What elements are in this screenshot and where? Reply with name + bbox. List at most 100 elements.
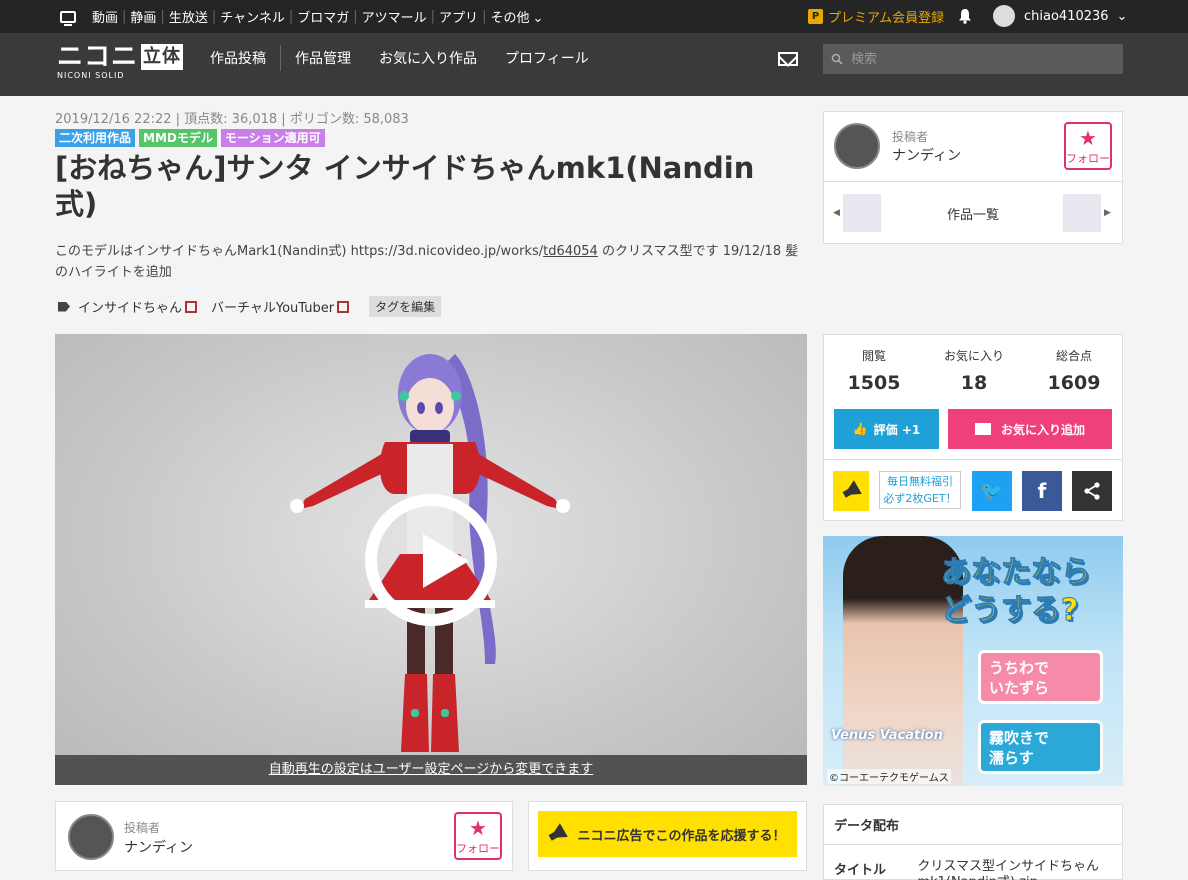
advertisement-banner[interactable]: あなたなら どうする? うちわで いたずら 霧吹きで 濡らす Venus Vac… [823, 536, 1123, 786]
author-avatar[interactable] [834, 123, 880, 169]
play-button[interactable] [365, 494, 497, 626]
share-row: 毎日無料福引 必ず2枚GET！ 🐦 f [823, 459, 1123, 521]
data-heading: データ配布 [824, 805, 1122, 845]
work-title: [おねちゃん]サンタ インサイドちゃんmk1(Nandin式) [55, 151, 755, 221]
nav-more[interactable]: その他 [486, 7, 547, 26]
badge-mmd: MMDモデル [139, 129, 217, 147]
views-label: 閲覧 [861, 349, 886, 363]
ad-headline-2: どうする? [941, 593, 1079, 629]
niconi-solid-logo[interactable]: ニコニ 立体 NICONI SOLID [57, 42, 184, 80]
nav-favorite-works[interactable]: お気に入り作品 [365, 48, 491, 68]
desc-text-1: このモデルはインサイドちゃんMark1(Nandin式) https://3d.… [55, 244, 544, 259]
star-icon: ★ [1079, 126, 1097, 150]
thumbs-up-icon: 👍 [852, 422, 868, 436]
works-carousel: ◀ 作品一覧 ▶ [823, 181, 1123, 244]
logo-box: 立体 [141, 44, 184, 70]
edit-tags-button[interactable]: タグを編集 [369, 296, 442, 317]
author-avatar[interactable] [68, 814, 114, 860]
data-distribution-card: データ配布 タイトル クリスマス型インサイドちゃんmk1(Nandin式).zi… [823, 804, 1123, 880]
premium-icon: P [808, 9, 823, 24]
megaphone-icon [840, 480, 862, 502]
evaluate-button[interactable]: 👍 評価 +1 [834, 409, 939, 449]
twitter-icon: 🐦 [980, 480, 1004, 502]
user-menu[interactable]: chiao410236 ⌄ [993, 5, 1127, 27]
model-viewer[interactable]: 自動再生の設定はユーザー設定ページから変更できます [55, 334, 807, 785]
nav-live[interactable]: 生放送 [165, 7, 212, 26]
author-label: 投稿者 [124, 821, 161, 835]
nav-post-work[interactable]: 作品投稿 [196, 48, 280, 68]
follow-button[interactable]: ★ フォロー [1064, 122, 1112, 170]
follow-button[interactable]: ★ フォロー [454, 812, 502, 860]
stat-views: 閲覧 1505 [824, 347, 924, 394]
search-icon [831, 53, 843, 65]
autoplay-notice-link[interactable]: 自動再生の設定はユーザー設定ページから変更できます [55, 755, 807, 785]
facebook-share-button[interactable]: f [1022, 471, 1062, 511]
add-favorite-button[interactable]: お気に入り追加 [948, 409, 1112, 449]
megaphone-icon [547, 823, 569, 845]
nav-blomaga[interactable]: ブロマガ [293, 7, 353, 26]
work-thumbnail-prev[interactable] [843, 194, 881, 232]
niconi-ad-button[interactable]: ニコニ広告でこの作品を応援する！ [538, 811, 797, 857]
chevron-right-icon[interactable]: ▶ [1104, 208, 1111, 218]
work-description: このモデルはインサイドちゃんMark1(Nandin式) https://3d.… [55, 241, 810, 283]
ad-option-fan-2: いたずら [989, 679, 1050, 697]
views-value: 1505 [847, 372, 901, 394]
badge-derivative: 二次利用作品 [55, 129, 136, 147]
niconico-tv-icon[interactable] [60, 10, 76, 26]
sponsor-label: ニコニ広告でこの作品を応援する！ [577, 828, 786, 844]
author-card-bottom: 投稿者 ナンディン ★ フォロー [55, 801, 513, 871]
search-box [823, 44, 1123, 74]
nav-atsumaru[interactable]: アツマール [358, 7, 431, 26]
folder-plus-icon [974, 423, 991, 435]
follow-label: フォロー [456, 842, 500, 855]
dictionary-icon[interactable] [337, 300, 350, 313]
favorites-label: お気に入り [943, 349, 1004, 363]
author-name[interactable]: ナンディン [124, 837, 193, 857]
stat-total-score: 総合点 1609 [1024, 347, 1124, 394]
nav-app[interactable]: アプリ [435, 7, 482, 26]
tag-label: インサイドちゃん [78, 301, 183, 316]
chevron-left-icon[interactable]: ◀ [833, 208, 840, 218]
lottery-button[interactable] [833, 471, 869, 511]
ad-headline: あなたなら どうする? [941, 554, 1092, 630]
total-value: 1609 [1047, 372, 1101, 394]
data-title-value[interactable]: クリスマス型インサイドちゃんmk1(Nandin式).zip [917, 859, 1112, 880]
ad-copyright: ©コーエーテクモゲームス [827, 769, 951, 784]
follow-label: フォロー [1066, 152, 1110, 165]
facebook-icon: f [1037, 479, 1047, 503]
share-button[interactable] [1072, 471, 1112, 511]
stat-favorites: お気に入り 18 [924, 347, 1024, 394]
premium-link[interactable]: P プレミアム会員登録 [808, 7, 944, 26]
search-input[interactable] [851, 51, 1111, 67]
work-badges: 二次利用作品 MMDモデル モーション適用可 [55, 129, 325, 147]
work-thumbnail-next[interactable] [1063, 194, 1101, 232]
nav-profile[interactable]: プロフィール [491, 48, 603, 68]
author-name[interactable]: ナンディン [892, 145, 961, 165]
data-title-key: タイトル [834, 863, 887, 878]
ad-option-spray-1: 霧吹きで [989, 729, 1050, 747]
twitter-share-button[interactable]: 🐦 [972, 471, 1012, 511]
desc-link[interactable]: td64054 [543, 244, 598, 259]
logo-sub: NICONI SOLID [57, 71, 125, 80]
header-nav: 作品投稿 作品管理 お気に入り作品 プロフィール [196, 33, 603, 83]
premium-label: プレミアム会員登録 [828, 11, 945, 26]
dictionary-icon[interactable] [185, 300, 198, 313]
nav-douga[interactable]: 動画 [88, 7, 122, 26]
lottery-bubble[interactable]: 毎日無料福引 必ず2枚GET！ [879, 471, 961, 509]
nav-manage-works[interactable]: 作品管理 [281, 48, 365, 68]
author-label: 投稿者 [892, 130, 929, 144]
nav-seiga[interactable]: 静画 [126, 7, 160, 26]
mail-icon[interactable] [778, 52, 798, 66]
bell-icon[interactable] [957, 8, 973, 24]
site-header: ニコニ 立体 NICONI SOLID 作品投稿 作品管理 お気に入り作品 プロフ… [0, 33, 1188, 96]
tag-list: インサイドちゃん バーチャルYouTuber タグを編集 [58, 296, 442, 317]
works-list-link[interactable]: 作品一覧 [947, 204, 999, 223]
share-icon [1084, 482, 1100, 500]
lottery-text-2: 必ず2枚GET！ [883, 492, 957, 505]
ad-option-spray[interactable]: 霧吹きで 濡らす [978, 720, 1103, 774]
tag-item[interactable]: バーチャルYouTuber [211, 297, 350, 316]
tag-item[interactable]: インサイドちゃん [78, 297, 198, 316]
ad-option-fan[interactable]: うちわで いたずら [978, 650, 1103, 704]
nav-channel[interactable]: チャンネル [216, 7, 289, 26]
logo-text: ニコニ [57, 42, 139, 72]
